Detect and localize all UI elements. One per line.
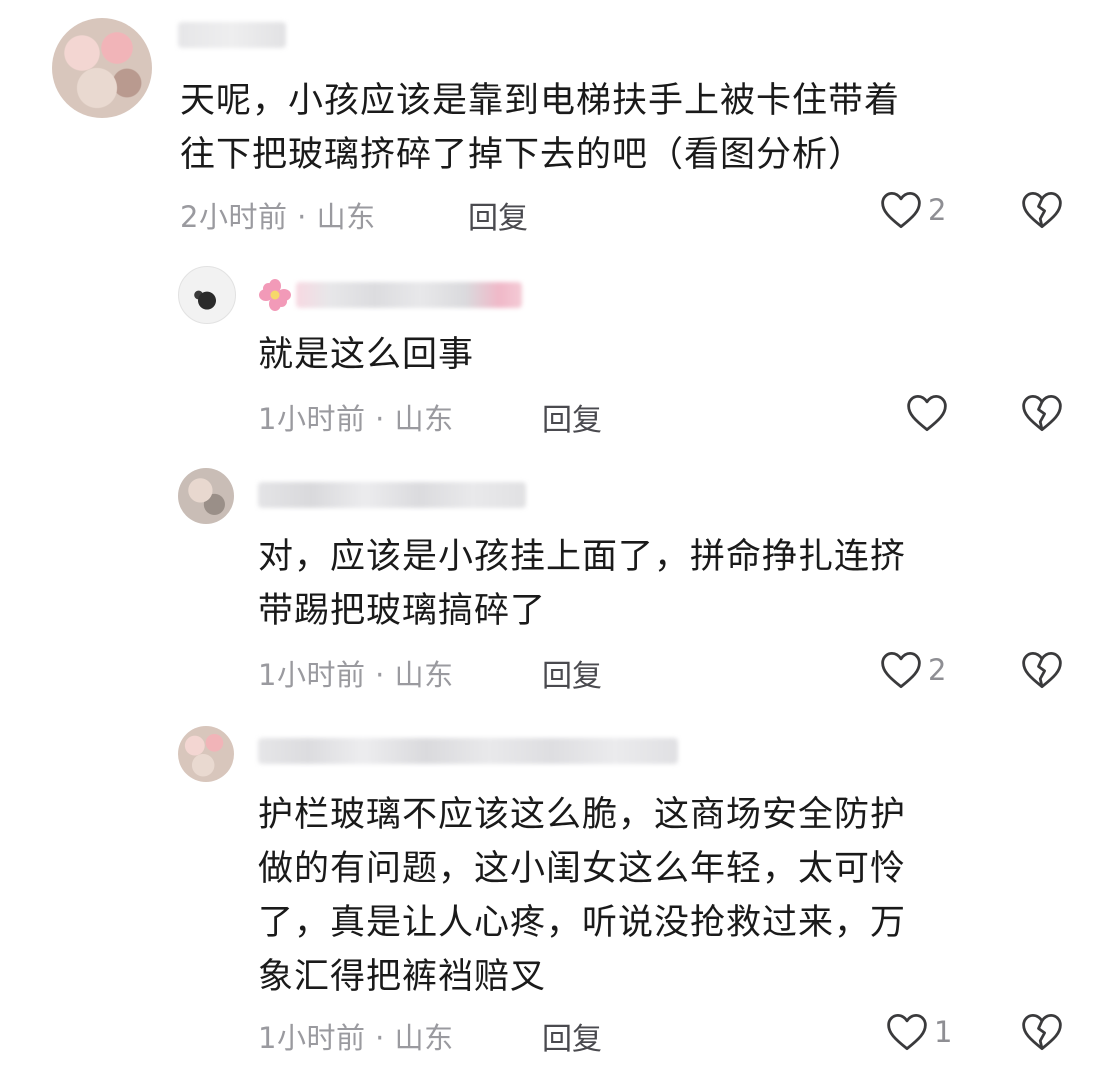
reply-button[interactable]: 回复	[542, 395, 602, 439]
comment-text: 对，应该是小孩挂上面了，拼命挣扎连挤 带踢把玻璃搞碎了	[258, 537, 907, 631]
like-count: 2	[928, 653, 947, 687]
comment-meta: 1小时前 · 山东	[258, 658, 454, 692]
avatar[interactable]	[178, 726, 234, 782]
reply-button[interactable]: 回复	[542, 1014, 602, 1058]
heart-outline-icon	[907, 394, 947, 432]
username-blurred[interactable]	[296, 282, 522, 308]
comment-meta: 1小时前 · 山东	[258, 1021, 454, 1055]
broken-heart-icon	[1022, 651, 1062, 689]
avatar[interactable]	[178, 266, 236, 324]
like-button[interactable]: 2	[880, 190, 946, 230]
avatar[interactable]	[52, 18, 152, 118]
reply-button[interactable]: 回复	[542, 651, 602, 695]
comment-meta: 1小时前 · 山东	[258, 402, 454, 436]
comment-text: 天呢，小孩应该是靠到电梯扶手上被卡住带着 往下把玻璃挤碎了掉下去的吧（看图分析）	[180, 81, 901, 175]
heart-outline-icon	[881, 191, 921, 229]
dislike-button[interactable]	[1021, 650, 1063, 694]
dislike-button[interactable]	[1021, 190, 1063, 234]
broken-heart-icon	[1022, 1013, 1062, 1051]
username-blurred[interactable]	[258, 738, 678, 764]
reply-button[interactable]: 回复	[468, 193, 528, 237]
comment-text: 就是这么回事	[258, 335, 475, 375]
avatar[interactable]	[178, 468, 234, 524]
broken-heart-icon	[1022, 191, 1062, 229]
comment-text: 护栏玻璃不应该这么脆，这商场安全防护 做的有问题，这小闺女这么年轻，太可怜 了，…	[258, 795, 907, 997]
like-count: 2	[928, 193, 947, 227]
broken-heart-icon	[1022, 394, 1062, 432]
like-button[interactable]: 2	[880, 650, 946, 690]
like-count: 1	[934, 1015, 953, 1049]
username-blurred[interactable]	[258, 482, 526, 508]
dislike-button[interactable]	[1021, 393, 1063, 437]
like-button[interactable]	[906, 393, 954, 433]
flower-icon	[259, 279, 291, 311]
username-blurred[interactable]	[178, 22, 286, 48]
dislike-button[interactable]	[1021, 1012, 1063, 1056]
heart-outline-icon	[881, 651, 921, 689]
comment-meta: 2小时前 · 山东	[180, 200, 376, 234]
heart-outline-icon	[887, 1013, 927, 1051]
like-button[interactable]: 1	[886, 1012, 952, 1052]
